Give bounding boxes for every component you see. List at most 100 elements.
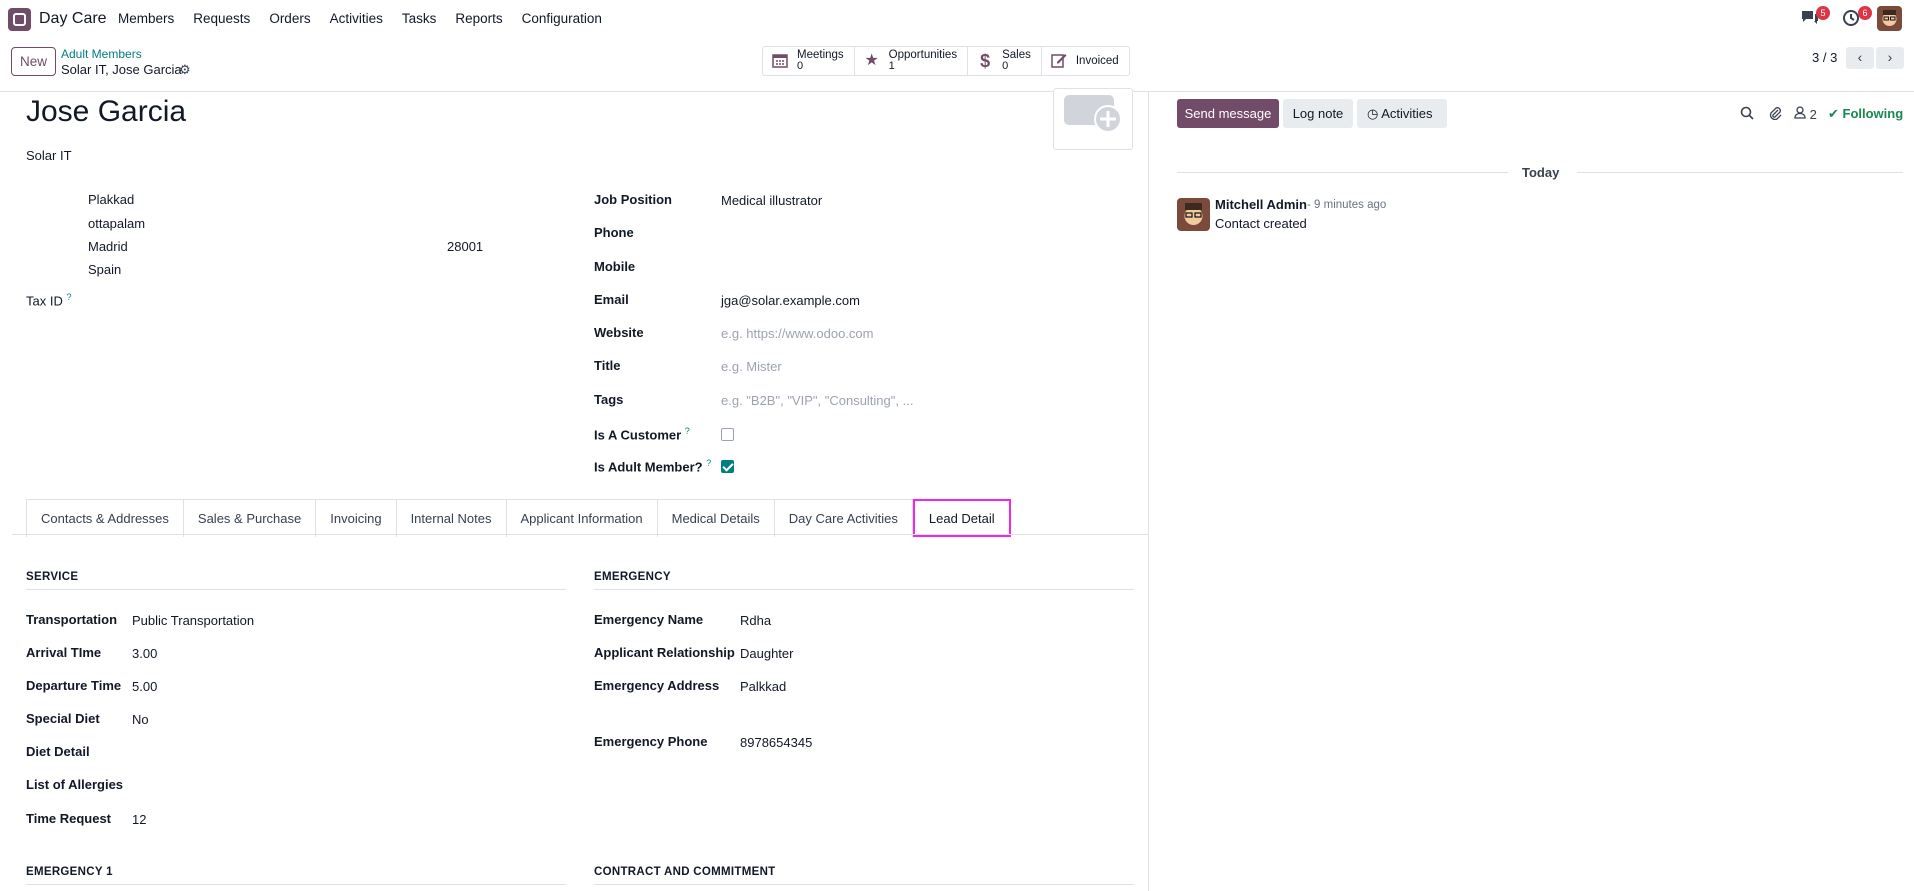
menu-configuration[interactable]: Configuration <box>522 11 602 26</box>
tab-invoicing[interactable]: Invoicing <box>315 499 396 537</box>
applicant-relationship-field[interactable]: Daughter <box>740 646 793 661</box>
app-logo-icon[interactable] <box>8 8 31 31</box>
tab-lead-detail[interactable]: Lead Detail <box>912 499 1011 537</box>
emergency1-divider <box>26 884 566 885</box>
gear-icon[interactable]: ⚙ <box>179 62 191 78</box>
transportation-field[interactable]: Public Transportation <box>132 613 254 628</box>
message-author[interactable]: Mitchell Admin <box>1215 197 1307 212</box>
website-label: Website <box>594 325 644 340</box>
emergency-name-field[interactable]: Rdha <box>740 613 771 628</box>
sales-button[interactable]: $ Sales 0 <box>968 47 1042 75</box>
job-position-field[interactable]: Medical illustrator <box>721 193 822 208</box>
today-divider-right <box>1577 172 1903 173</box>
menu-reports[interactable]: Reports <box>455 11 502 26</box>
following-button[interactable]: ✔ Following <box>1828 106 1903 122</box>
top-navbar: Day Care Members Requests Orders Activit… <box>0 0 1914 37</box>
emergency1-section-title: EMERGENCY 1 <box>26 866 113 878</box>
activities-badge: 6 <box>1858 6 1872 20</box>
is-customer-label: Is A Customer ? <box>594 426 690 443</box>
departure-time-label: Departure Time <box>26 678 122 693</box>
tab-sales-purchase[interactable]: Sales & Purchase <box>182 499 316 537</box>
app-name[interactable]: Day Care <box>39 10 107 28</box>
pager-next-icon[interactable]: › <box>1876 47 1904 69</box>
dollar-icon: $ <box>980 51 991 71</box>
messages-badge: 5 <box>1816 6 1830 20</box>
clock-icon: ◷ <box>1367 105 1382 121</box>
time-request-field[interactable]: 12 <box>132 812 146 827</box>
tags-label: Tags <box>594 392 624 407</box>
user-avatar[interactable] <box>1877 6 1902 31</box>
following-label: Following <box>1842 106 1904 121</box>
service-divider <box>26 589 566 590</box>
menu-requests[interactable]: Requests <box>193 11 250 26</box>
emergency-phone-field[interactable]: 8978654345 <box>740 735 812 750</box>
address-city[interactable]: Madrid <box>88 239 128 254</box>
send-message-button[interactable]: Send message <box>1177 99 1279 128</box>
contract-divider <box>594 884 1134 885</box>
opportunities-value: 1 <box>888 60 895 72</box>
title-label: Title <box>594 358 621 373</box>
new-button[interactable]: New <box>11 47 56 76</box>
sales-value: 0 <box>1002 60 1009 72</box>
address-street[interactable]: Plakkad <box>88 192 134 207</box>
menu-members[interactable]: Members <box>118 11 174 26</box>
activities-clock-icon[interactable]: 6 <box>1842 6 1872 29</box>
website-input[interactable]: e.g. https://www.odoo.com <box>721 326 873 341</box>
meetings-button[interactable]: Meetings 0 <box>763 47 855 75</box>
message-body: Contact created <box>1215 216 1307 231</box>
today-divider-left <box>1177 172 1508 173</box>
job-position-label: Job Position <box>594 192 672 207</box>
menu-tasks[interactable]: Tasks <box>402 11 437 26</box>
tags-input[interactable]: e.g. "B2B", "VIP", "Consulting", ... <box>721 393 913 408</box>
pager-value[interactable]: 3 / 3 <box>1812 50 1837 65</box>
special-diet-field[interactable]: No <box>132 712 149 727</box>
arrival-time-field[interactable]: 3.00 <box>132 646 157 661</box>
tab-internal-notes[interactable]: Internal Notes <box>395 499 506 537</box>
tab-applicant-information[interactable]: Applicant Information <box>505 499 657 537</box>
followers-button[interactable]: 2 <box>1794 106 1817 122</box>
meetings-label: Meetings <box>797 49 844 61</box>
paperclip-icon[interactable] <box>1768 106 1782 123</box>
address-country[interactable]: Spain <box>88 262 121 277</box>
address-street2[interactable]: ottapalam <box>88 216 145 231</box>
invoiced-label: Invoiced <box>1075 54 1119 67</box>
invoiced-button[interactable]: Invoiced <box>1042 47 1129 75</box>
emergency-name-label: Emergency Name <box>594 612 704 627</box>
phone-label: Phone <box>594 225 634 240</box>
search-icon[interactable] <box>1740 106 1754 123</box>
opportunities-button[interactable]: ★ Opportunities 1 <box>855 47 969 75</box>
camera-plus-icon <box>1064 95 1122 133</box>
breadcrumb-current: Solar IT, Jose Garcia <box>61 62 182 77</box>
followers-count: 2 <box>1809 107 1817 122</box>
tab-contacts-addresses[interactable]: Contacts & Addresses <box>26 499 183 537</box>
photo-placeholder[interactable] <box>1053 88 1133 150</box>
email-label: Email <box>594 292 629 307</box>
meetings-value: 0 <box>797 60 804 72</box>
emergency-address-field[interactable]: Palkkad <box>740 679 786 694</box>
emergency-section-title: EMERGENCY <box>594 571 671 583</box>
address-zip[interactable]: 28001 <box>447 239 483 254</box>
emergency-phone-label: Emergency Phone <box>594 734 708 749</box>
log-note-button[interactable]: Log note <box>1283 99 1353 128</box>
calendar-icon <box>771 52 789 70</box>
menu-orders[interactable]: Orders <box>269 11 310 26</box>
email-field[interactable]: jga@solar.example.com <box>721 293 860 308</box>
tab-medical-details[interactable]: Medical Details <box>656 499 774 537</box>
message-time: - 9 minutes ago <box>1307 199 1387 211</box>
edit-icon <box>1050 52 1068 70</box>
breadcrumb-parent[interactable]: Adult Members <box>61 47 142 61</box>
contact-name[interactable]: Jose Garcia <box>26 95 186 129</box>
tab-day-care-activities[interactable]: Day Care Activities <box>773 499 913 537</box>
is-customer-checkbox[interactable] <box>721 428 734 441</box>
activities-button[interactable]: ◷ Activities <box>1357 99 1447 128</box>
allergies-label: List of Allergies <box>26 777 124 792</box>
pager-previous-icon[interactable]: ‹ <box>1846 47 1874 69</box>
diet-detail-label: Diet Detail <box>26 744 90 759</box>
author-avatar[interactable] <box>1177 198 1210 231</box>
title-input[interactable]: e.g. Mister <box>721 359 782 374</box>
menu-activities[interactable]: Activities <box>330 11 383 26</box>
departure-time-field[interactable]: 5.00 <box>132 679 157 694</box>
company-name[interactable]: Solar IT <box>26 148 72 163</box>
is-adult-member-checkbox[interactable] <box>721 460 734 473</box>
messages-icon[interactable]: 5 <box>1800 6 1830 29</box>
